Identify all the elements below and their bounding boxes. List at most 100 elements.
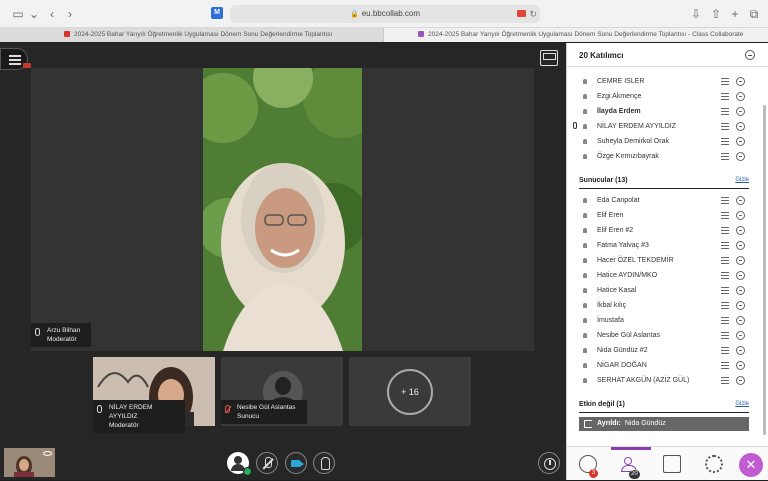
participant-name: Eda Canpolat [597,197,640,204]
panel-collapse-icon[interactable] [745,50,755,60]
session-menu-button[interactable] [0,48,31,70]
more-participants-count: + 16 [387,369,433,415]
participant-row[interactable]: İlayda Erdem [579,104,749,119]
reload-icon[interactable]: ↻ [529,5,537,23]
participant-name: CEMRE ISLER [597,78,645,85]
raise-hand-button[interactable] [313,452,335,474]
participant-icon [583,79,587,84]
presenter-row[interactable]: Nesibe Gül Aslantas [579,328,749,343]
participant-icon [583,378,587,383]
layout-toggle-icon[interactable] [540,50,558,66]
participant-row[interactable]: Ezgi Akmençe [579,89,749,104]
participant-options-icon[interactable] [736,77,745,86]
participant-name: Suheyla Demirkol Orak [597,138,669,145]
presenter-row[interactable]: NİGAR DOĞAN [579,358,749,373]
forward-icon[interactable]: › [62,6,78,22]
participant-name: Elif Eren [597,212,624,219]
menu-line [9,55,21,57]
tile-name: Nesibe Gül Aslantas [237,404,296,411]
participant-options-icon[interactable] [736,256,745,265]
participant-options-icon[interactable] [736,196,745,205]
participant-options-icon[interactable] [736,92,745,101]
presenter-row[interactable]: Nida Gündüz #2 [579,343,749,358]
presenter-row[interactable]: Fatma Yalvaç #3 [579,238,749,253]
camera-active-icon[interactable] [517,10,526,17]
participant-name: İmustafa [597,317,624,324]
panel-scrollbar[interactable] [763,105,766,435]
hide-inactive-link[interactable]: Gizle [735,401,749,407]
presenter-row[interactable]: İkbal kılıç [579,298,749,313]
participant-options-icon[interactable] [736,331,745,340]
participant-status-icon [721,227,729,234]
menu-line [9,63,21,65]
mic-muted-icon [225,405,230,413]
participant-options-icon[interactable] [736,226,745,235]
my-status-button[interactable] [227,452,252,476]
participant-options-icon[interactable] [736,241,745,250]
sidebar-icon[interactable]: ▭ [10,6,26,22]
participant-name: NİLAY ERDEM AYYILDIZ [597,123,676,130]
chat-unread-badge: 3 [589,469,598,478]
presenter-row[interactable]: Eda Canpolat [579,193,749,208]
presenter-row[interactable]: Hatice Kasal [579,283,749,298]
share-content-icon[interactable] [663,455,681,473]
presenter-row[interactable]: İmustafa [579,313,749,328]
eye-icon[interactable] [43,451,52,456]
participant-status-icon [721,302,729,309]
gear-icon[interactable] [705,455,723,473]
close-panel-icon[interactable]: ✕ [739,453,763,477]
participant-options-icon[interactable] [736,211,745,220]
participant-icon [583,109,587,114]
participant-options-icon[interactable] [736,376,745,385]
participant-options-icon[interactable] [736,346,745,355]
presenter-row[interactable]: Elif Eren #2 [579,223,749,238]
participant-options-icon[interactable] [736,271,745,280]
self-view-video[interactable] [4,448,55,477]
exit-icon [584,420,592,428]
presenter-row[interactable]: SERHAT AKGÜN (AZİZ GÜL) [579,373,749,388]
address-bar[interactable]: 🔒 eu.bbcollab.com ↻ [230,5,540,23]
lock-icon: 🔒 [350,11,359,18]
tab-meeting-2[interactable]: 2024-2025 Bahar Yarıyılı Öğretmenlik Uyg… [384,28,768,42]
chevron-down-icon[interactable]: ⌄ [26,6,42,22]
share-icon[interactable]: ⇧ [708,6,724,22]
mic-toggle-button[interactable] [256,452,278,474]
download-icon[interactable]: ⇩ [688,6,704,22]
presenter-row[interactable]: Hatice AYDIN/MKO [579,268,749,283]
participant-options-icon[interactable] [736,286,745,295]
participant-row[interactable]: CEMRE ISLER [579,74,749,89]
participant-row[interactable]: NİLAY ERDEM AYYILDIZ [573,119,749,134]
camera-toggle-button[interactable] [285,452,307,474]
participant-name: SERHAT AKGÜN (AZİZ GÜL) [597,377,690,384]
tab-meeting-1[interactable]: 2024-2025 Bahar Yarıyılı Öğretmenlik Uyg… [0,28,384,42]
participant-status-icon [721,138,729,145]
participant-options-icon[interactable] [736,152,745,161]
tile-role: Sunucu [237,413,260,420]
presenter-row[interactable]: Hacer ÖZEL TEKDEMİR [579,253,749,268]
participant-options-icon[interactable] [736,301,745,310]
participant-name: Elif Eren #2 [597,227,634,234]
participant-row[interactable]: Suheyla Demirkol Orak [579,134,749,149]
participant-row[interactable]: Özge Kırmızıbayrak [579,149,749,164]
back-icon[interactable]: ‹ [44,6,60,22]
participant-options-icon[interactable] [736,137,745,146]
participant-options-icon[interactable] [736,122,745,131]
tile-role: Moderatör [109,422,139,429]
participant-options-icon[interactable] [736,361,745,370]
participant-status-icon [721,242,729,249]
tab-overview-icon[interactable]: ⧉ [746,6,762,22]
more-participants-tile[interactable]: + 16 [349,357,471,426]
participant-name: Ezgi Akmençe [597,93,642,100]
hide-presenters-link[interactable]: Gizle [735,177,749,183]
participant-options-icon[interactable] [736,316,745,325]
inactive-section-header: Etkin değil (1) Gizle [579,401,749,413]
participant-options-icon[interactable] [736,107,745,116]
new-tab-icon[interactable]: + [727,6,743,22]
main-speaker-video [203,68,362,351]
session-settings-button[interactable] [538,452,560,474]
participant-status-icon [721,287,729,294]
participant-icon [583,318,587,323]
left-participant-row[interactable]: Ayrıldı: Nida Gündüz [579,417,749,431]
participant-icon [583,139,587,144]
presenter-row[interactable]: Elif Eren [579,208,749,223]
